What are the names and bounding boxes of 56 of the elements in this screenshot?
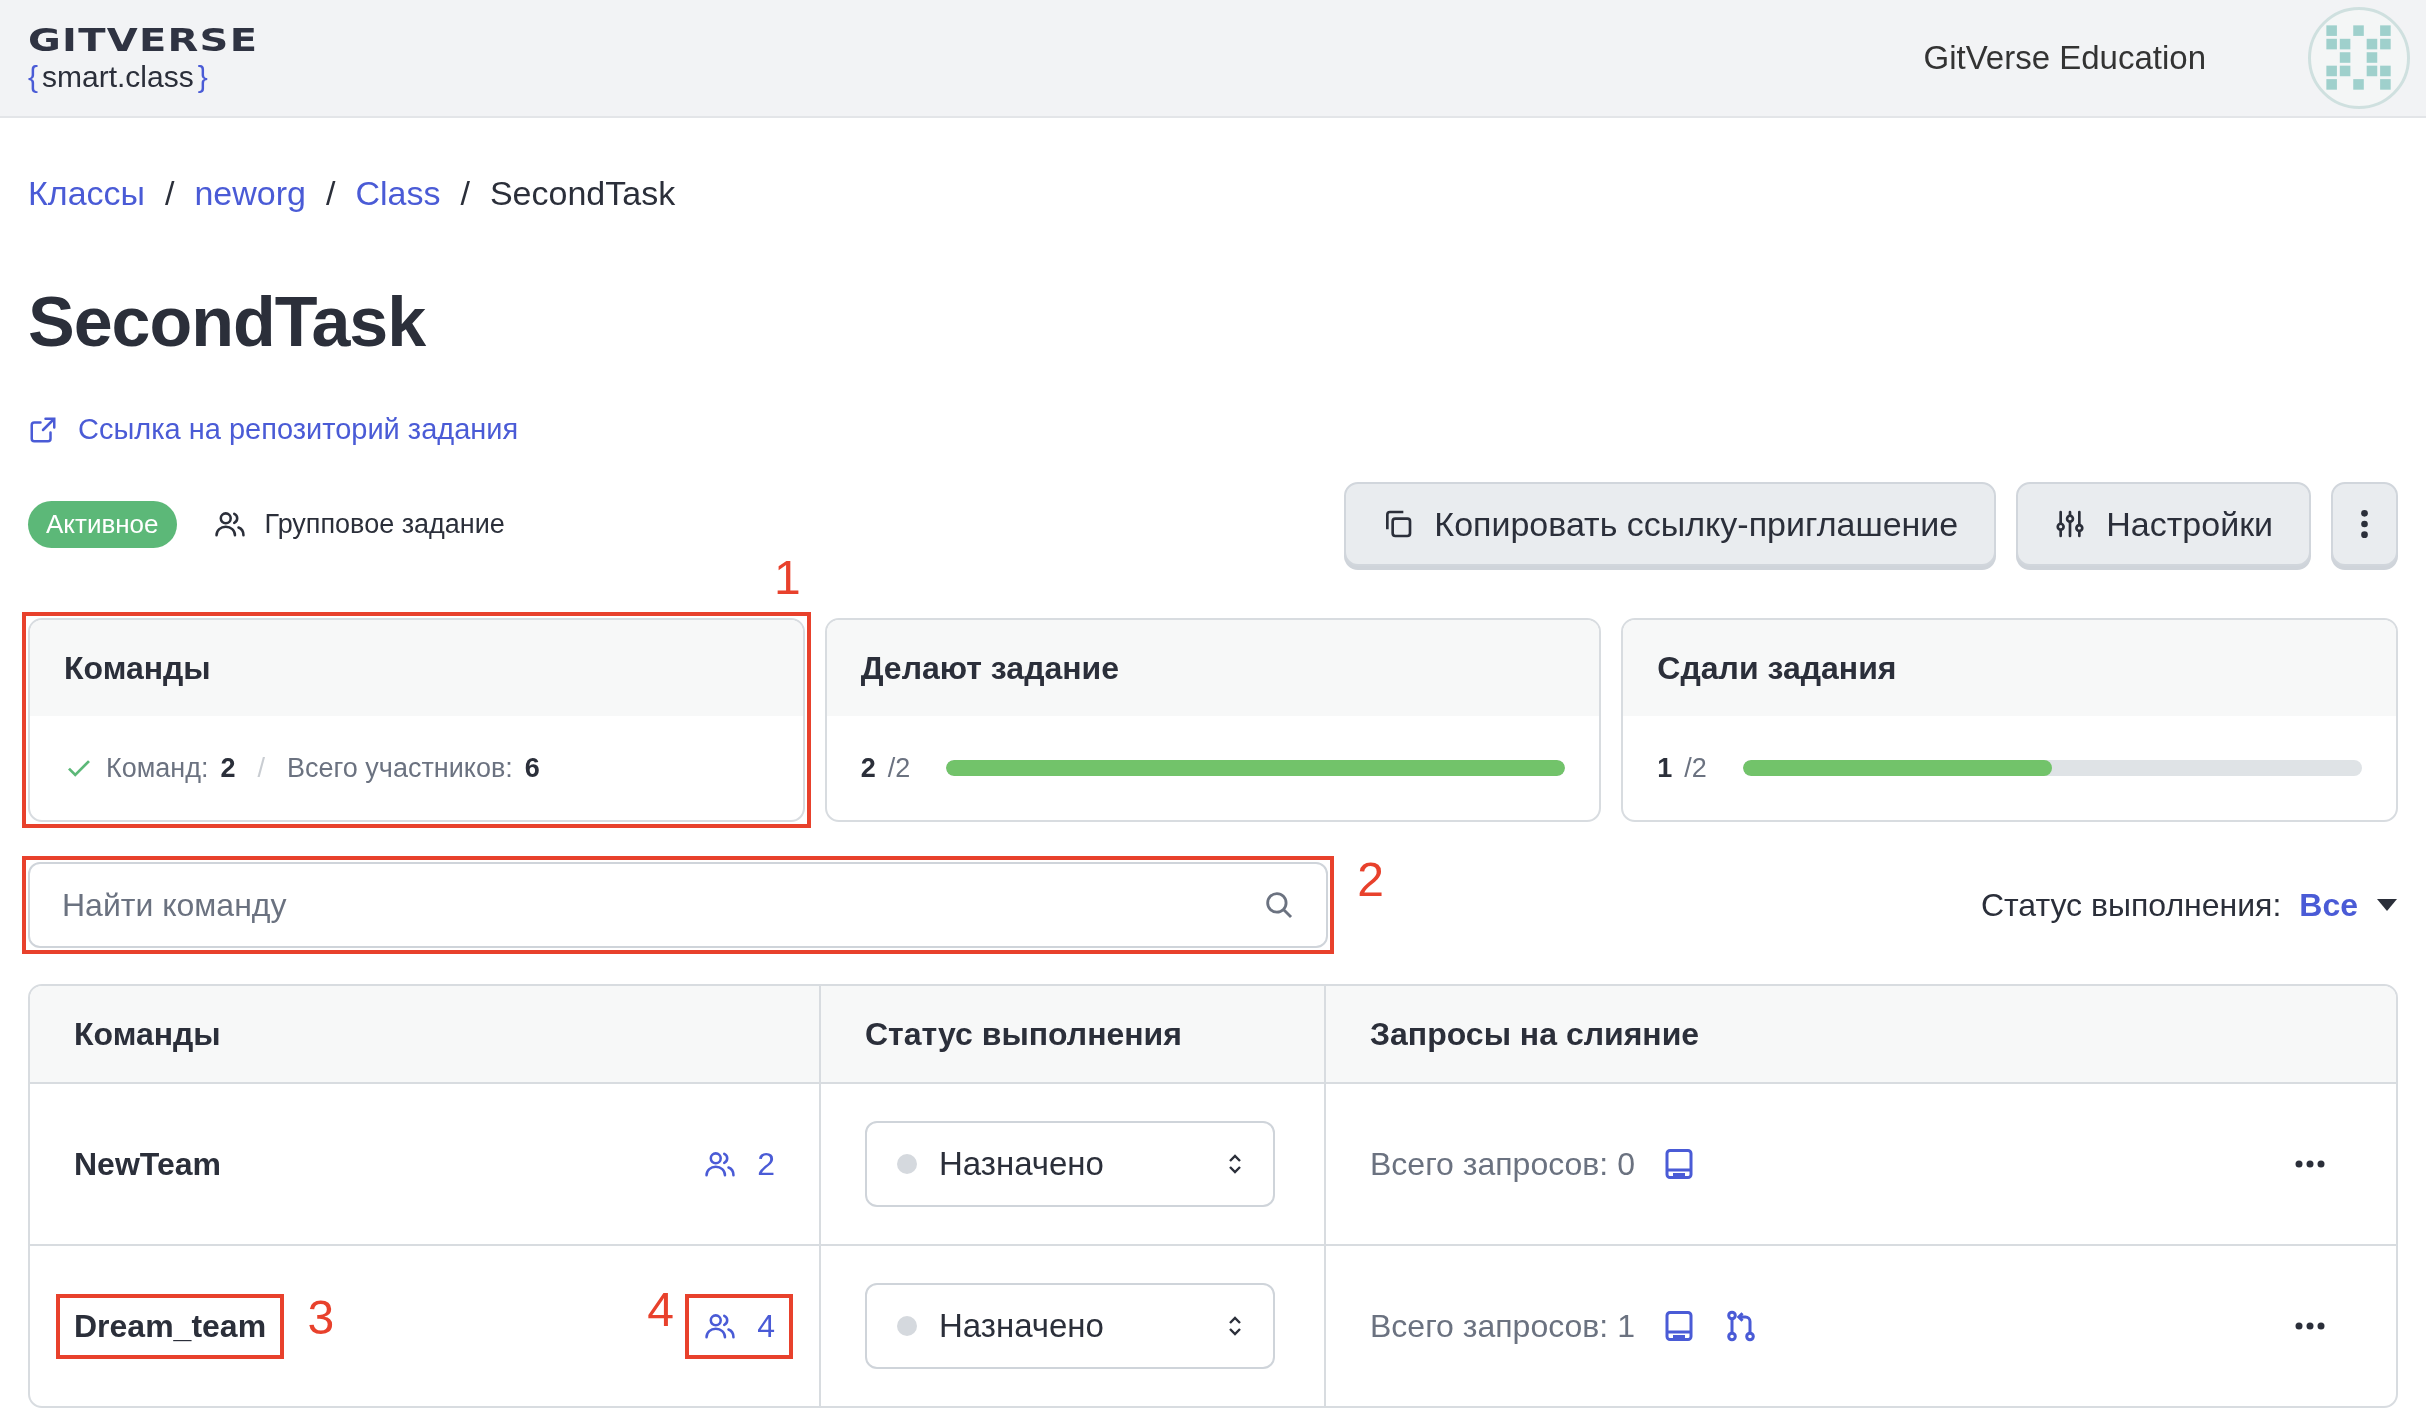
done-count: 2: [860, 752, 876, 784]
filter-label: Статус выполнения:: [1980, 886, 2282, 924]
total-count: /2: [887, 752, 911, 784]
search-box[interactable]: Найти команду: [28, 862, 1328, 948]
members-label: Всего участников:: [287, 752, 513, 784]
organization-name: GitVerse Education: [1923, 39, 2206, 77]
more-icon[interactable]: [2294, 1321, 2326, 1331]
column-header: Статус выполнения: [821, 986, 1326, 1082]
column-header: Команды: [30, 986, 821, 1082]
breadcrumb-current: SecondTask: [489, 174, 676, 213]
external-link-icon: [28, 414, 58, 445]
sort-arrows-icon: [1227, 1153, 1243, 1175]
teams-count: 2: [220, 752, 236, 784]
breadcrumb-link[interactable]: Классы: [28, 174, 145, 213]
logo-brace: {: [28, 62, 39, 92]
more-icon[interactable]: [2294, 1159, 2326, 1169]
team-name[interactable]: Dream_team: [74, 1307, 267, 1344]
task-type: Групповое задание: [264, 508, 505, 540]
breadcrumb-separator: /: [325, 174, 336, 213]
sort-arrows-icon: [1227, 1315, 1243, 1337]
requests-count: Всего запросов: 1: [1370, 1307, 1635, 1345]
logo-title: GITVERSE: [28, 24, 259, 56]
member-count[interactable]: 4: [757, 1307, 775, 1345]
annotation-number: 4: [647, 1285, 674, 1334]
filter-value[interactable]: Все: [2299, 886, 2358, 924]
breadcrumb-link[interactable]: neworg: [194, 174, 306, 213]
annotation-number: 3: [307, 1293, 335, 1342]
logo-subtitle: smart.class: [42, 62, 194, 92]
status-dot: [897, 1316, 917, 1336]
team-name[interactable]: NewTeam: [74, 1145, 221, 1182]
members-count: 6: [524, 752, 540, 784]
search-field[interactable]: Найти команду: [60, 885, 1262, 925]
card-title: Делают задание: [826, 620, 1600, 716]
status-badge: Активное: [28, 500, 177, 548]
total-count: /2: [1684, 752, 1707, 784]
annotation-number: 2: [1357, 856, 1384, 904]
status-dot: [897, 1154, 917, 1174]
caret-icon: [2376, 898, 2398, 912]
status-select[interactable]: Назначено: [865, 1283, 1275, 1369]
annotation-number: 1: [773, 554, 801, 602]
done-count: 1: [1657, 752, 1673, 784]
card-title: Команды: [30, 620, 803, 716]
breadcrumb-link[interactable]: Class: [355, 174, 441, 213]
page-title: SecondTask: [28, 287, 427, 357]
breadcrumb-separator: /: [165, 174, 175, 213]
teams-label: Команд:: [106, 752, 209, 784]
member-count[interactable]: 2: [757, 1145, 775, 1183]
logo-brace: }: [197, 62, 208, 92]
more-icon: [2359, 508, 2370, 540]
separator: /: [257, 752, 266, 784]
requests-count: Всего запросов: 0: [1370, 1145, 1635, 1183]
breadcrumb-separator: /: [460, 174, 470, 213]
card-title: Сдали задания: [1623, 620, 2396, 716]
status-select[interactable]: Назначено: [865, 1121, 1275, 1207]
repository-link[interactable]: Ссылка на репозиторий задания: [78, 413, 519, 446]
column-header: Запросы на слияние: [1369, 1014, 1701, 1054]
